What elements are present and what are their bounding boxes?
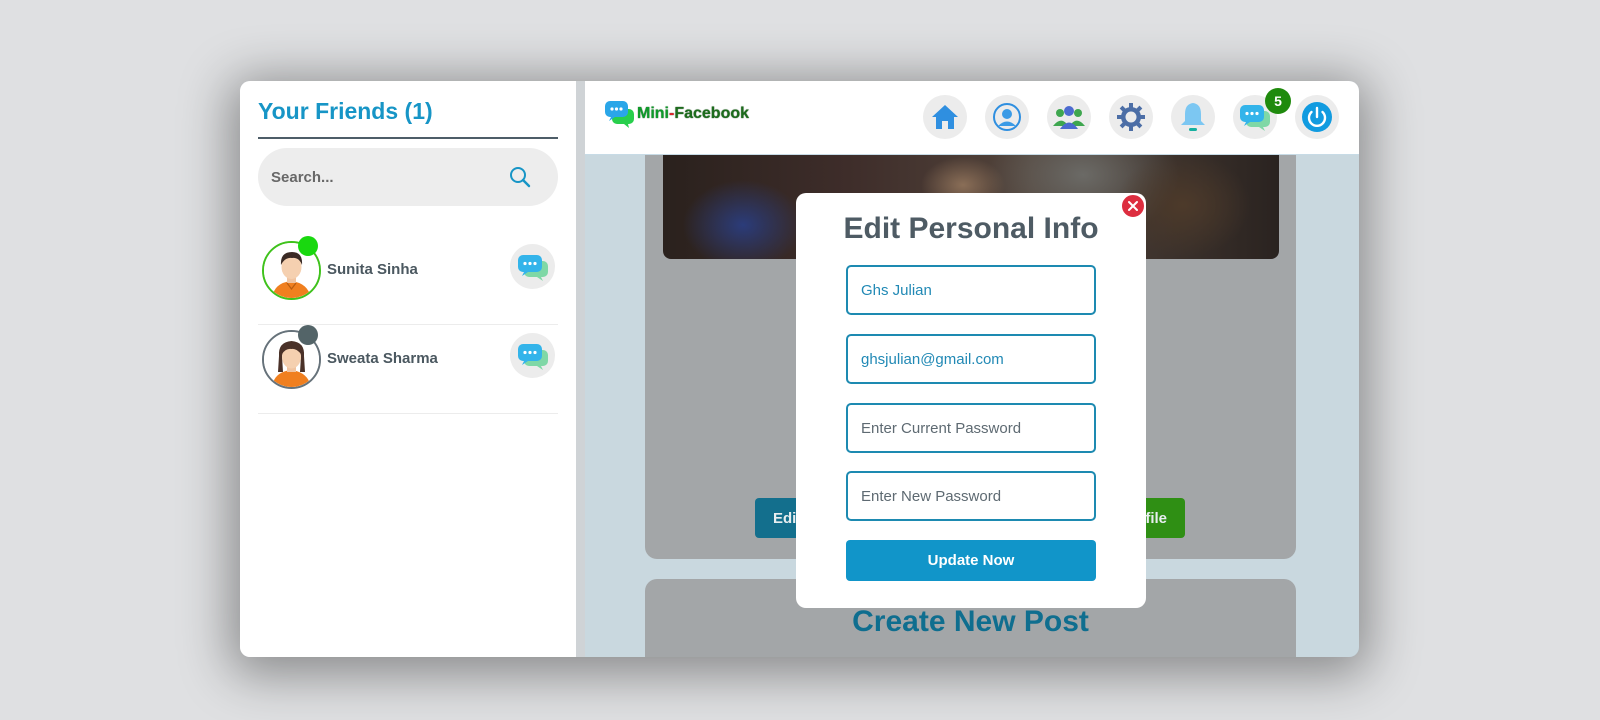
name-field[interactable] <box>846 265 1096 315</box>
close-button[interactable] <box>1120 193 1146 219</box>
notifications-icon <box>1181 103 1205 131</box>
friends-list: Sunita Sinha Sweata Sharma <box>258 236 558 414</box>
settings-icon <box>1117 103 1145 131</box>
search-box <box>258 148 558 206</box>
search-input[interactable] <box>271 168 491 186</box>
friends-sidebar: Your Friends (1) Search... Sunita Sinha … <box>240 81 576 657</box>
nav-icons: 5 <box>923 88 1339 139</box>
chat-button[interactable] <box>510 244 555 289</box>
panel-divider <box>576 81 585 657</box>
logo[interactable]: Mini-Facebook <box>605 99 749 129</box>
home-icon <box>932 105 958 129</box>
friend-name[interactable]: Sunita Sinha <box>327 261 418 278</box>
online-status-dot <box>298 236 318 256</box>
offline-status-dot <box>298 325 318 345</box>
sidebar-divider <box>258 137 558 139</box>
search-icon[interactable] <box>508 165 532 189</box>
nav-friends-button[interactable] <box>1047 95 1091 139</box>
create-post-title: Create New Post <box>852 605 1089 638</box>
profile-icon <box>993 103 1021 131</box>
chat-button[interactable] <box>510 333 555 378</box>
logo-text: Mini-Facebook <box>637 105 750 122</box>
top-navbar: Mini-Facebook 5 <box>585 81 1359 155</box>
messages-badge: 5 <box>1265 88 1291 114</box>
nav-logout-button[interactable] <box>1295 95 1339 139</box>
friend-item[interactable]: Sunita Sinha <box>258 236 558 325</box>
logo-chat-icon <box>605 101 634 128</box>
nav-profile-button[interactable] <box>985 95 1029 139</box>
nav-home-button[interactable] <box>923 95 967 139</box>
close-icon <box>1128 201 1138 211</box>
nav-notifications-button[interactable] <box>1171 95 1215 139</box>
chat-icon <box>517 254 548 281</box>
friend-item[interactable]: Sweata Sharma <box>258 325 558 414</box>
edit-info-modal: Edit Personal Info Update Now <box>796 193 1146 608</box>
email-field[interactable] <box>846 334 1096 384</box>
logout-icon <box>1302 102 1332 132</box>
nav-settings-button[interactable] <box>1109 95 1153 139</box>
modal-title: Edit Personal Info <box>843 212 1099 245</box>
update-now-button[interactable]: Update Now <box>846 540 1096 581</box>
friends-icon <box>1053 106 1085 129</box>
current-password-field[interactable] <box>846 403 1096 453</box>
new-password-field[interactable] <box>846 471 1096 521</box>
friend-name[interactable]: Sweata Sharma <box>327 350 438 367</box>
sidebar-title: Your Friends (1) <box>258 98 433 124</box>
chat-icon <box>517 343 548 370</box>
nav-messages-button[interactable]: 5 <box>1233 88 1291 139</box>
